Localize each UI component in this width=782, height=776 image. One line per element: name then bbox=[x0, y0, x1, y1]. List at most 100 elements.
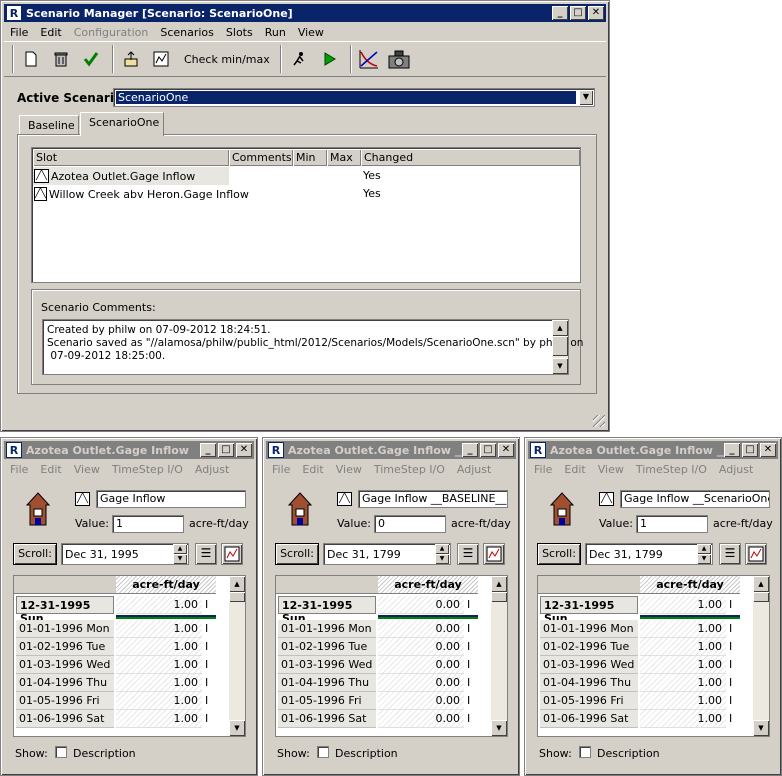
tab-baseline[interactable]: Baseline bbox=[19, 115, 79, 136]
scroll-up-icon[interactable]: ▲ bbox=[491, 576, 507, 592]
menu-adjust[interactable]: Adjust bbox=[713, 463, 759, 476]
scenario-comments-textarea[interactable]: Created by philw on 07-09-2012 18:24:51.… bbox=[42, 319, 583, 375]
menu-run[interactable]: Run bbox=[259, 26, 292, 39]
menu-slots[interactable]: Slots bbox=[220, 26, 259, 39]
row-value[interactable]: 1.00 bbox=[640, 620, 726, 638]
menu-adjust[interactable]: Adjust bbox=[189, 463, 235, 476]
slot-name-field[interactable]: Gage Inflow __BASELINE__ bbox=[358, 490, 508, 508]
scroll-date-field[interactable]: Dec 31, 1799 bbox=[585, 543, 713, 565]
scroll-up-icon[interactable]: ▲ bbox=[753, 576, 769, 592]
column-header-slot[interactable]: Slot bbox=[33, 149, 229, 166]
row-date[interactable]: 01-02-1996 Tue bbox=[278, 638, 376, 656]
chevron-down-icon[interactable]: ▼ bbox=[579, 90, 593, 105]
maximize-button[interactable]: □ bbox=[480, 443, 496, 457]
row-value[interactable]: 0.00 bbox=[378, 674, 464, 692]
description-checkbox[interactable] bbox=[317, 746, 329, 758]
scroll-thumb[interactable] bbox=[491, 592, 507, 602]
row-value[interactable]: 0.00 bbox=[378, 620, 464, 638]
menu-edit[interactable]: Edit bbox=[296, 463, 329, 476]
value-field[interactable]: 1 bbox=[636, 515, 708, 533]
row-value[interactable]: 1.00 bbox=[640, 638, 726, 656]
table-row[interactable]: ╱╲ Willow Creek abv Heron.Gage Inflow bbox=[33, 185, 249, 203]
plot-icon[interactable] bbox=[148, 46, 174, 72]
scroll-date-field[interactable]: Dec 31, 1995 bbox=[61, 543, 189, 565]
list-view-icon[interactable]: ☰ bbox=[195, 543, 217, 565]
spin-up-icon[interactable]: ▲ bbox=[173, 544, 187, 554]
column-header-changed[interactable]: Changed bbox=[361, 149, 580, 166]
scroll-thumb[interactable] bbox=[229, 592, 245, 602]
row-value[interactable]: 1.00 bbox=[116, 656, 202, 674]
menu-adjust[interactable]: Adjust bbox=[451, 463, 497, 476]
tab-scenarioone[interactable]: ScenarioOne bbox=[80, 112, 164, 136]
menu-file[interactable]: File bbox=[4, 26, 34, 39]
menu-file[interactable]: File bbox=[4, 463, 34, 476]
maximize-button[interactable]: □ bbox=[218, 443, 234, 457]
close-button[interactable]: ✕ bbox=[498, 443, 514, 457]
scroll-thumb[interactable] bbox=[552, 336, 568, 356]
column-header-comments[interactable]: Comments bbox=[229, 149, 293, 166]
first-row-value[interactable]: 1.00 bbox=[116, 596, 202, 614]
row-value[interactable]: 1.00 bbox=[640, 692, 726, 710]
spin-up-icon[interactable]: ▲ bbox=[435, 544, 449, 554]
new-document-icon[interactable] bbox=[18, 46, 44, 72]
row-value[interactable]: 1.00 bbox=[116, 620, 202, 638]
menu-view[interactable]: View bbox=[592, 463, 630, 476]
list-view-icon[interactable]: ☰ bbox=[719, 543, 741, 565]
spin-down-icon[interactable]: ▼ bbox=[435, 554, 449, 564]
plot-icon[interactable] bbox=[221, 543, 243, 565]
spin-up-icon[interactable]: ▲ bbox=[697, 544, 711, 554]
comparison-chart-icon[interactable] bbox=[356, 46, 382, 72]
title-bar[interactable]: R Scenario Manager [Scenario: ScenarioOn… bbox=[4, 4, 606, 22]
slot-name-field[interactable]: Gage Inflow __ScenarioOne__ bbox=[620, 490, 770, 508]
spin-down-icon[interactable]: ▼ bbox=[697, 554, 711, 564]
title-bar[interactable]: R Azotea Outlet.Gage Inflow __... _ □ ✕ bbox=[266, 441, 516, 459]
maximize-button[interactable]: □ bbox=[742, 443, 758, 457]
row-value[interactable]: 1.00 bbox=[116, 638, 202, 656]
menu-file[interactable]: File bbox=[266, 463, 296, 476]
minimize-button[interactable]: _ bbox=[462, 443, 478, 457]
export-icon[interactable] bbox=[118, 46, 144, 72]
grid-scrollbar[interactable]: ▲ ▼ bbox=[491, 576, 507, 736]
comments-scrollbar[interactable]: ▲ ▼ bbox=[552, 320, 568, 374]
maximize-button[interactable]: □ bbox=[570, 6, 586, 20]
row-date[interactable]: 01-02-1996 Tue bbox=[540, 638, 638, 656]
scroll-down-icon[interactable]: ▼ bbox=[753, 720, 769, 736]
row-date[interactable]: 01-06-1996 Sat bbox=[278, 710, 376, 728]
row-date[interactable]: 01-03-1996 Wed bbox=[278, 656, 376, 674]
scroll-button[interactable]: Scroll: bbox=[537, 543, 581, 565]
menu-file[interactable]: File bbox=[528, 463, 558, 476]
first-row-date[interactable]: 12-31-1995 Sun bbox=[278, 596, 376, 625]
row-value[interactable]: 1.00 bbox=[116, 674, 202, 692]
active-scenario-select[interactable]: ScenarioOne ▼ bbox=[113, 88, 595, 107]
minimize-button[interactable]: _ bbox=[724, 443, 740, 457]
menu-scenarios[interactable]: Scenarios bbox=[154, 26, 220, 39]
row-value[interactable]: 1.00 bbox=[116, 710, 202, 728]
menu-edit[interactable]: Edit bbox=[34, 26, 67, 39]
check-min-max-button[interactable]: Check min/max bbox=[178, 46, 276, 72]
camera-icon[interactable] bbox=[386, 46, 412, 72]
scroll-down-icon[interactable]: ▼ bbox=[552, 358, 568, 374]
column-header-units[interactable]: acre-ft/day bbox=[378, 576, 478, 594]
scroll-button[interactable]: Scroll: bbox=[13, 543, 57, 565]
menu-edit[interactable]: Edit bbox=[558, 463, 591, 476]
menu-timestep-io[interactable]: TimeStep I/O bbox=[368, 463, 451, 476]
first-row-value[interactable]: 1.00 bbox=[640, 596, 726, 614]
row-date[interactable]: 01-06-1996 Sat bbox=[16, 710, 114, 728]
scroll-thumb[interactable] bbox=[753, 592, 769, 602]
close-button[interactable]: ✕ bbox=[236, 443, 252, 457]
close-button[interactable]: ✕ bbox=[588, 6, 604, 20]
scroll-down-icon[interactable]: ▼ bbox=[229, 720, 245, 736]
row-date[interactable]: 01-05-1996 Fri bbox=[16, 692, 114, 710]
row-date[interactable]: 01-01-1996 Mon bbox=[540, 620, 638, 638]
menu-view[interactable]: View bbox=[330, 463, 368, 476]
scroll-date-field[interactable]: Dec 31, 1799 bbox=[323, 543, 451, 565]
row-value[interactable]: 0.00 bbox=[378, 710, 464, 728]
row-date[interactable]: 01-03-1996 Wed bbox=[16, 656, 114, 674]
list-view-icon[interactable]: ☰ bbox=[457, 543, 479, 565]
description-checkbox[interactable] bbox=[55, 746, 67, 758]
row-date[interactable]: 01-04-1996 Thu bbox=[16, 674, 114, 692]
row-value[interactable]: 1.00 bbox=[640, 710, 726, 728]
scroll-down-icon[interactable]: ▼ bbox=[491, 720, 507, 736]
row-value[interactable]: 0.00 bbox=[378, 656, 464, 674]
first-row-date[interactable]: 12-31-1995 Sun bbox=[16, 596, 114, 625]
